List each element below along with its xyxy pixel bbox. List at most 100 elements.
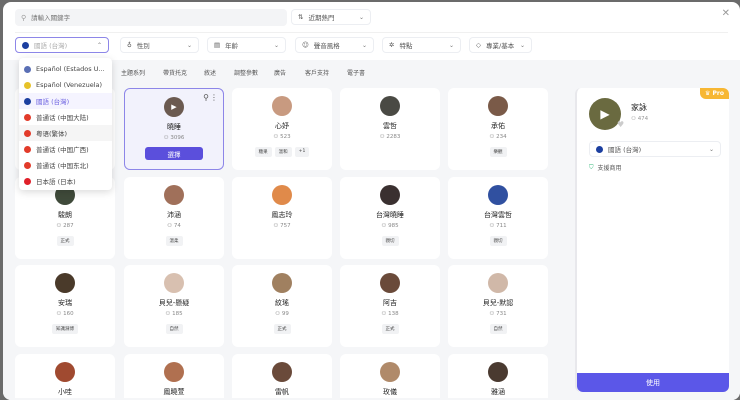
tab-3[interactable]: 調整參數: [234, 68, 258, 77]
usage-count-value: 3096: [170, 135, 185, 141]
voice-card[interactable]: 台灣曉睡 ⚇ 985 親切: [340, 177, 440, 259]
voice-card[interactable]: 鳳志玲 ⚇ 757: [232, 177, 332, 259]
flag-icon: [24, 129, 31, 137]
tag: 溫和: [274, 147, 292, 157]
language-option-label: 粤语(繁体): [36, 130, 68, 138]
chevron-up-icon: ⌃: [96, 41, 102, 49]
flag-icon: [24, 161, 31, 169]
usage-count: ⚇ 3096: [163, 135, 185, 141]
flag-icon: [24, 97, 31, 105]
pro-badge: ♛ Pro: [700, 88, 729, 99]
age-dropdown[interactable]: ▤ 年齡 ⌄: [207, 37, 286, 53]
style-label: 聲音風格: [313, 42, 340, 50]
search-icon: ⚲: [21, 13, 27, 22]
smiley-icon: ☺: [302, 41, 309, 49]
tab-1[interactable]: 帶貨托克: [163, 68, 187, 77]
voice-card[interactable]: 雅涵: [448, 354, 548, 398]
usage-count-value: 99: [281, 311, 289, 317]
style-dropdown[interactable]: ☺ 聲音風格 ⌄: [295, 37, 374, 53]
voice-card[interactable]: 心妤 ⚇ 523 糖果 溫和 +1: [232, 88, 332, 170]
voice-card[interactable]: 雷帆: [232, 354, 332, 398]
language-dropdown[interactable]: 國語 (台灣) ⌃: [15, 37, 109, 53]
language-option[interactable]: Español (Estados U...: [19, 61, 112, 77]
usage-count-value: 757: [280, 223, 291, 229]
divider: [15, 32, 728, 33]
voice-name: 鳳志玲: [271, 211, 293, 219]
tier-dropdown[interactable]: ◇ 專業/基本 ⌄: [469, 37, 532, 53]
gender-dropdown[interactable]: ♁ 性別 ⌄: [120, 37, 199, 53]
tab-4[interactable]: 廣告: [274, 68, 286, 77]
language-option-label: 國語 (台灣): [36, 98, 70, 106]
language-option[interactable]: 日本語 (日本): [19, 173, 112, 189]
avatar: [272, 273, 292, 293]
voice-card[interactable]: 沛涵 ⚇ 74 溫柔: [124, 177, 224, 259]
search-icon[interactable]: ⚲: [203, 93, 209, 102]
chevron-down-icon: ⌄: [186, 41, 192, 49]
usage-count: ⚇ 985: [381, 223, 399, 229]
language-option[interactable]: 普通话 (中国东北): [19, 157, 112, 173]
avatar: [55, 273, 75, 293]
voice-card[interactable]: 阿吉 ⚇ 138 正式: [340, 265, 440, 347]
voice-name: 雷帆: [275, 388, 289, 396]
search-bar: ⚲: [15, 9, 287, 26]
avatar: [488, 185, 508, 205]
voice-card[interactable]: 玫儀: [340, 354, 440, 398]
voice-name: 鳳曉萱: [163, 388, 185, 396]
more-icon[interactable]: ⋮: [210, 93, 218, 102]
tag-list: 糖果 溫和 +1: [232, 147, 332, 157]
voice-card[interactable]: 貝兒-默認 ⚇ 731 自然: [448, 265, 548, 347]
panel-language-dropdown[interactable]: 國語 (台灣) ⌄: [589, 141, 721, 157]
voice-card[interactable]: 台灣雲哲 ⚇ 711 親切: [448, 177, 548, 259]
usage-count: ⚇ 138: [381, 311, 399, 317]
avatar: [380, 185, 400, 205]
sparkle-icon: ✲: [389, 41, 395, 49]
tag: 溫柔: [165, 236, 183, 246]
voice-name: 紋瑤: [275, 299, 289, 307]
tab-2[interactable]: 敘述: [204, 68, 216, 77]
language-option[interactable]: 普通话 (中国广西): [19, 141, 112, 157]
voice-card[interactable]: 承佑 ⚇ 234 樂觀: [448, 88, 548, 170]
tab-0[interactable]: 主題系列: [121, 68, 145, 77]
tag-list: 自然: [448, 324, 548, 334]
voice-card[interactable]: 雲哲 ⚇ 2283: [340, 88, 440, 170]
avatar: [272, 96, 292, 116]
language-option[interactable]: Español (Venezuela): [19, 77, 112, 93]
usage-count: ⚇ 474: [631, 116, 649, 122]
language-option[interactable]: 普通话 (中国大陆): [19, 109, 112, 125]
voice-card[interactable]: 小哇: [15, 354, 115, 398]
voice-card[interactable]: 紋瑤 ⚇ 99 正式: [232, 265, 332, 347]
feature-dropdown[interactable]: ✲ 特點 ⌄: [382, 37, 461, 53]
sort-dropdown[interactable]: ⇅ 近期熱門 ⌄: [291, 9, 371, 25]
tag: 糖果: [254, 147, 272, 157]
chevron-down-icon: ⌄: [519, 41, 525, 49]
heart-icon[interactable]: ♥: [617, 120, 624, 129]
voice-picker-modal: ✕ ⚲ ⇅ 近期熱門 ⌄ 國語 (台灣) ⌃ ♁ 性別 ⌄ ▤ 年齡 ⌄ ☺ 聲音風格 ⌄ ✲ 特點…: [3, 2, 740, 400]
voice-name: 貝兒-懸疑: [158, 299, 190, 307]
tag-list: 知識淵博: [15, 324, 115, 334]
voice-card[interactable]: 貝兒-懸疑 ⚇ 185 自然: [124, 265, 224, 347]
voice-card[interactable]: 鳳曉萱: [124, 354, 224, 398]
use-button[interactable]: 使用: [577, 373, 729, 392]
voice-card[interactable]: ⚲ ⋮ ▶ 曉睡 ⚇ 3096 選擇: [124, 88, 224, 170]
usage-count-value: 287: [63, 223, 74, 229]
voice-card[interactable]: 安瑞 ⚇ 160 知識淵博: [15, 265, 115, 347]
avatar: [55, 362, 75, 382]
voice-detail-panel: ♛ Pro ▶ ♥ 家詠 ⚇ 474 國語 (台灣) ⌄ ⛉ 支援商用 使用: [575, 88, 729, 392]
taiwan-flag-icon: [596, 145, 603, 153]
voice-name: 曉睡: [167, 123, 181, 131]
close-icon[interactable]: ✕: [722, 8, 730, 19]
language-option[interactable]: 粤语(繁体): [19, 125, 112, 141]
voice-name: 承佑: [491, 122, 505, 130]
tag: 正式: [381, 324, 399, 334]
tab-6[interactable]: 電子書: [347, 68, 365, 77]
gender-label: 性別: [136, 42, 150, 50]
language-option[interactable]: 國語 (台灣): [19, 93, 112, 109]
avatar: [380, 273, 400, 293]
usage-count-value: 731: [496, 311, 507, 317]
tag: 自然: [489, 324, 507, 334]
chevron-down-icon: ⌄: [448, 41, 454, 49]
tier-label: 專業/基本: [486, 42, 515, 50]
search-input[interactable]: [31, 13, 272, 22]
tab-5[interactable]: 客戶支持: [305, 68, 329, 77]
select-button[interactable]: 選擇: [145, 147, 203, 160]
